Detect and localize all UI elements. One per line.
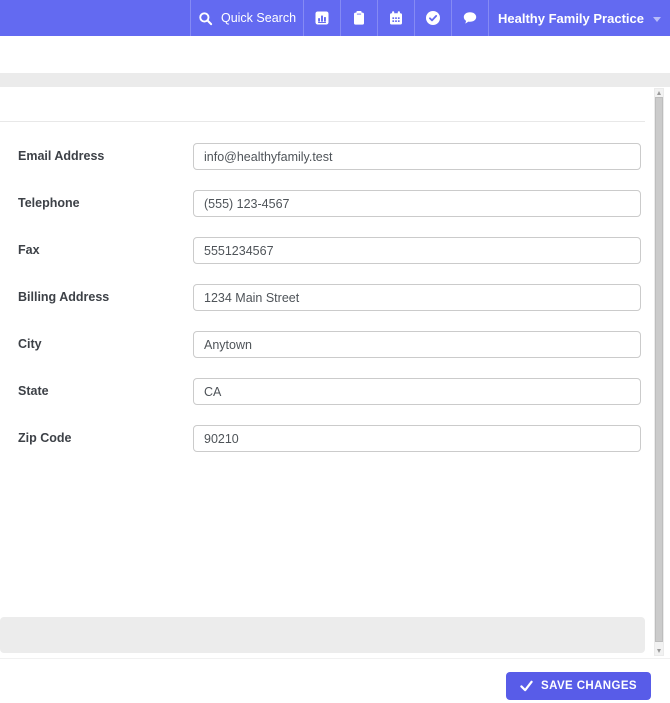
chevron-down-icon [652,16,661,22]
clipboard-icon [354,11,364,25]
field-row-email: Email Address [0,143,645,170]
tasks-check-icon [426,11,440,25]
messages-icon [463,12,477,24]
scroll-down-arrow-icon[interactable] [656,649,661,653]
quick-search-label: Quick Search [220,11,297,25]
calendar-icon [390,11,402,25]
field-row-city: City [0,331,645,358]
practice-menu[interactable]: Healthy Family Practice [488,0,670,36]
telephone-field[interactable] [193,190,641,217]
fax-label: Fax [18,243,40,257]
vertical-scrollbar[interactable] [654,88,664,656]
nav-clipboard-button[interactable] [340,0,377,36]
subheader-band [0,36,670,73]
billing-address-field[interactable] [193,284,641,311]
telephone-label: Telephone [18,196,80,210]
page-background-band [0,73,670,87]
check-icon [520,680,533,692]
search-icon [199,11,213,25]
field-row-state: State [0,378,645,405]
field-row-zip: Zip Code [0,425,645,452]
page: Quick Search Healthy Family Practice Ema… [0,0,670,703]
page-footer: SAVE CHANGES [0,658,670,703]
card-footer-strip [0,617,645,653]
email-field[interactable] [193,143,641,170]
practice-name: Healthy Family Practice [498,10,644,26]
save-changes-label: SAVE CHANGES [541,680,637,692]
nav-messages-button[interactable] [451,0,488,36]
field-row-fax: Fax [0,237,645,264]
field-row-billing-address: Billing Address [0,284,645,311]
top-nav-bar: Quick Search Healthy Family Practice [0,0,670,36]
nav-tasks-button[interactable] [414,0,451,36]
zip-label: Zip Code [18,431,72,445]
email-label: Email Address [18,149,105,163]
zip-field[interactable] [193,425,641,452]
scroll-up-arrow-icon[interactable] [656,91,661,95]
field-row-telephone: Telephone [0,190,645,217]
billing-address-label: Billing Address [18,290,110,304]
city-field[interactable] [193,331,641,358]
state-field[interactable] [193,378,641,405]
reports-icon [315,11,329,25]
quick-search-button[interactable]: Quick Search [190,0,303,36]
nav-calendar-button[interactable] [377,0,414,36]
settings-card: Email Address Telephone Fax Billing Addr… [0,87,670,658]
state-label: State [18,384,49,398]
scrollbar-thumb[interactable] [655,97,663,642]
fax-field[interactable] [193,237,641,264]
save-changes-button[interactable]: SAVE CHANGES [506,672,651,700]
city-label: City [18,337,42,351]
nav-reports-button[interactable] [303,0,340,36]
section-divider [0,121,645,122]
